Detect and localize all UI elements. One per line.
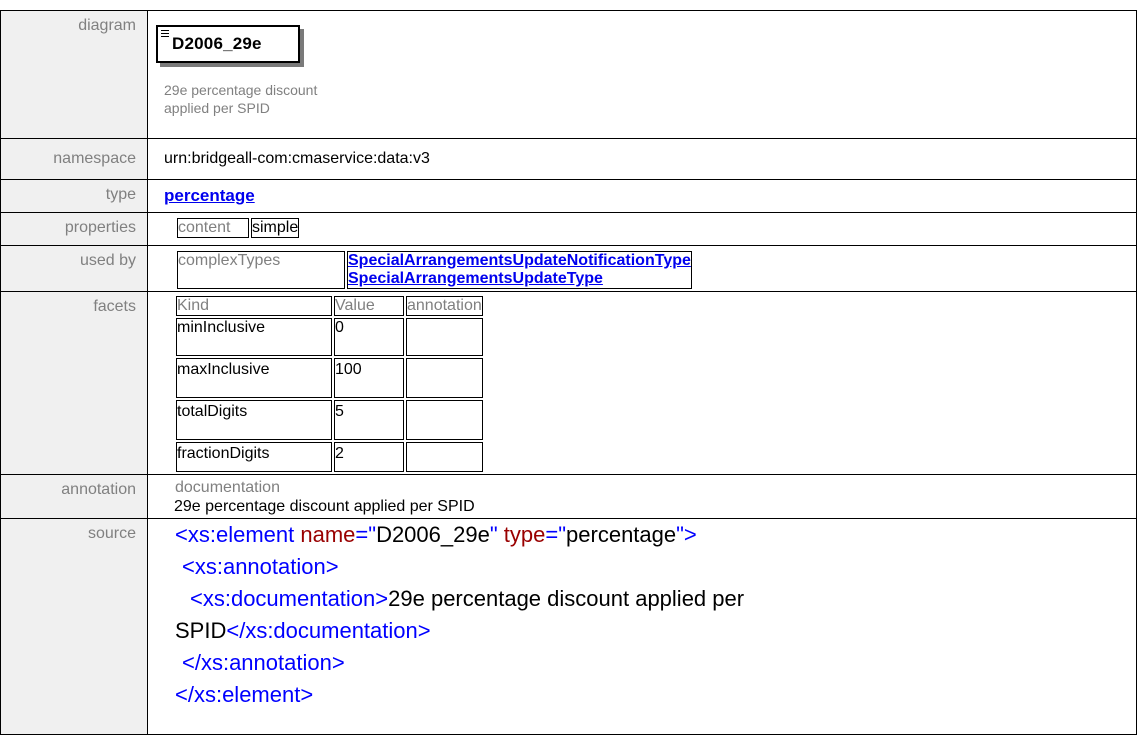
row-facets: facets Kind Value annotation minInclusiv… [0, 291, 1137, 475]
facets-header-kind: Kind [176, 296, 332, 316]
row-diagram: diagram D2006_29e 29e percentage discoun… [0, 10, 1137, 139]
facets-header-annotation: annotation [406, 296, 483, 316]
row-used-by: used by complexTypes SpecialArrangements… [0, 245, 1137, 292]
type-link[interactable]: percentage [164, 186, 255, 205]
row-namespace: namespace urn:bridgeall-com:cmaservice:d… [0, 138, 1137, 180]
label-type: type [0, 179, 148, 213]
row-source: source <xs:element name="D2006_29e" type… [0, 518, 1137, 735]
label-used-by: used by [0, 245, 148, 292]
source-code: <xs:element name="D2006_29e" type="perce… [147, 518, 1137, 735]
element-name: D2006_29e [172, 34, 262, 53]
label-properties: properties [0, 212, 148, 246]
label-source: source [0, 518, 148, 735]
facet-row: fractionDigits 2 [176, 442, 483, 472]
properties-key: content [177, 218, 249, 238]
used-by-link-update-type[interactable]: SpecialArrangementsUpdateType [348, 270, 603, 287]
label-diagram: diagram [0, 10, 148, 139]
label-namespace: namespace [0, 138, 148, 180]
facet-row: maxInclusive 100 [176, 358, 483, 398]
properties-value: simple [251, 218, 300, 238]
row-type: type percentage [0, 179, 1137, 213]
annotation-doc: 29e percentage discount applied per SPID [174, 498, 475, 515]
row-properties: properties content simple [0, 212, 1137, 246]
element-doc-table: diagram D2006_29e 29e percentage discoun… [0, 10, 1137, 735]
namespace-value: urn:bridgeall-com:cmaservice:data:v3 [147, 138, 1137, 180]
facet-row: minInclusive 0 [176, 318, 483, 356]
facets-table: Kind Value annotation minInclusive 0 max… [174, 294, 485, 474]
annotation-key: documentation [175, 479, 280, 496]
row-annotation: annotation documentation 29e percentage … [0, 474, 1137, 519]
used-by-link-notification-type[interactable]: SpecialArrangementsUpdateNotificationTyp… [348, 252, 691, 269]
element-diagram: D2006_29e 29e percentage discount applie… [148, 11, 1136, 137]
facets-header-value: Value [334, 296, 404, 316]
element-box: D2006_29e [156, 25, 300, 63]
element-doc: 29e percentage discount applied per SPID [164, 82, 318, 116]
content-model-icon [161, 30, 169, 39]
facet-row: totalDigits 5 [176, 400, 483, 440]
label-facets: facets [0, 291, 148, 475]
label-annotation: annotation [0, 474, 148, 519]
used-by-kind: complexTypes [177, 251, 345, 289]
